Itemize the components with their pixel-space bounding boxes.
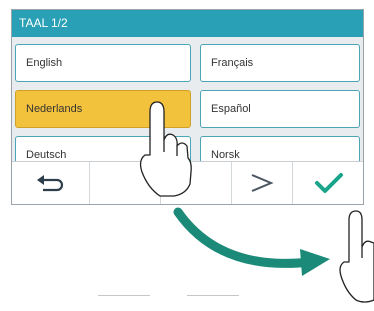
screen-title: TAAL 1/2 bbox=[19, 16, 68, 30]
footer-rule-right bbox=[187, 295, 239, 296]
lang-francais-button[interactable]: Français bbox=[200, 44, 360, 82]
lang-label: Nederlands bbox=[26, 103, 83, 115]
lang-label: Norsk bbox=[211, 149, 240, 161]
next-page-button[interactable] bbox=[232, 162, 293, 204]
lang-espanol-button[interactable]: Español bbox=[200, 90, 360, 128]
lang-english-button[interactable]: English bbox=[15, 44, 191, 82]
lang-label: Español bbox=[211, 103, 251, 115]
confirm-button[interactable] bbox=[293, 162, 365, 204]
next-icon bbox=[251, 174, 274, 192]
lang-label: Deutsch bbox=[26, 149, 67, 161]
pointing-hand-icon bbox=[339, 210, 374, 303]
lang-nederlands-button[interactable]: Nederlands bbox=[15, 90, 191, 128]
back-icon bbox=[36, 175, 63, 192]
lang-label: Français bbox=[211, 57, 254, 69]
footer-rule-left bbox=[98, 295, 150, 296]
lang-label: English bbox=[26, 57, 63, 69]
back-button[interactable] bbox=[12, 162, 90, 204]
confirm-check-icon bbox=[315, 173, 343, 193]
title-bar: TAAL 1/2 bbox=[12, 10, 363, 37]
language-screen: TAAL 1/2 English Français Nederlands Esp… bbox=[11, 9, 364, 205]
swipe-arrow-icon bbox=[173, 207, 330, 276]
toolbar-empty-2 bbox=[161, 162, 232, 204]
toolbar-empty-1 bbox=[90, 162, 161, 204]
bottom-toolbar bbox=[12, 161, 363, 204]
